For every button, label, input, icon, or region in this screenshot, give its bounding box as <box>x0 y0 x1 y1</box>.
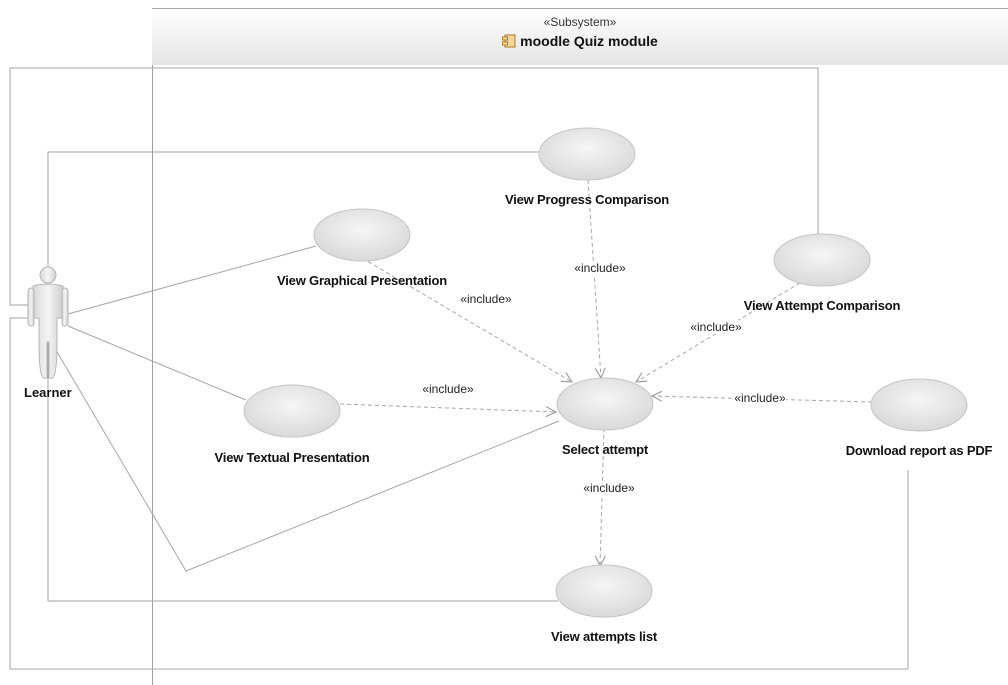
subsystem-title: moodle Quiz module <box>520 33 658 49</box>
include-label-textual: «include» <box>421 382 475 396</box>
subsystem-header: «Subsystem» moodle Quiz module <box>152 8 1008 65</box>
association-textual <box>67 325 247 401</box>
label-view-textual-presentation: View Textual Presentation <box>214 450 370 465</box>
ellipse-download-report-pdf <box>870 378 968 432</box>
component-icon <box>502 34 516 51</box>
label-view-attempt-comparison: View Attempt Comparison <box>743 298 901 313</box>
ellipse-view-graphical-presentation <box>313 208 411 262</box>
association-attempts-list <box>47 340 558 602</box>
ellipse-view-progress-comparison <box>538 127 636 181</box>
include-textual <box>339 403 556 412</box>
include-progress <box>587 179 601 378</box>
associations <box>9 67 909 670</box>
subsystem-stereotype: «Subsystem» <box>543 15 617 29</box>
subsystem-title-row: moodle Quiz module <box>152 33 1008 51</box>
use-case-diagram <box>9 8 968 685</box>
association-progress-comparison <box>47 151 540 268</box>
ellipse-select-attempt <box>556 377 654 431</box>
label-view-graphical-presentation: View Graphical Presentation <box>277 273 447 288</box>
label-download-report-pdf: Download report as PDF <box>845 443 993 458</box>
include-label-attempts-list: «include» <box>582 481 636 495</box>
association-attempt-comparison <box>9 67 819 306</box>
include-label-graphical: «include» <box>459 292 513 306</box>
ellipse-view-attempts-list <box>555 564 653 618</box>
include-label-attempt-comparison: «include» <box>689 320 743 334</box>
label-view-attempts-list: View attempts list <box>551 629 657 644</box>
label-view-progress-comparison: View Progress Comparison <box>504 192 670 207</box>
include-dependencies <box>339 179 873 566</box>
ellipse-view-attempt-comparison <box>773 233 871 287</box>
actor-label-learner: Learner <box>24 385 72 400</box>
association-download-pdf <box>9 317 909 670</box>
label-select-attempt: Select attempt <box>561 442 649 457</box>
include-label-download: «include» <box>733 391 787 405</box>
ellipse-view-textual-presentation <box>243 384 341 438</box>
include-label-progress: «include» <box>573 261 627 275</box>
